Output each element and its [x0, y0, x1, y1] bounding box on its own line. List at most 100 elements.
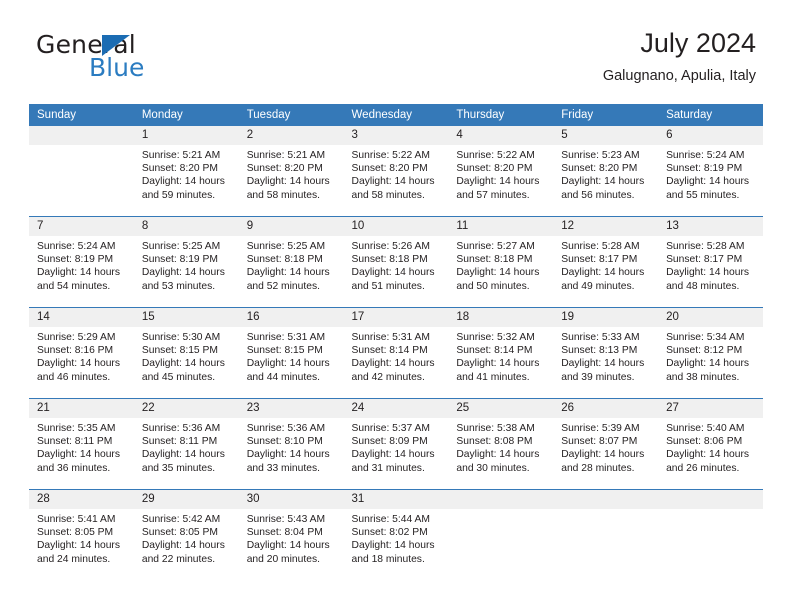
day-number: 20: [658, 308, 763, 327]
daylight-text-line1: Daylight: 14 hours: [141, 449, 225, 461]
sunset-text: Sunset: 8:19 PM: [666, 163, 743, 175]
daylight-text-line2: and 59 minutes.: [141, 189, 216, 201]
sunset-text: Sunset: 8:20 PM: [246, 163, 323, 175]
day-cell-content: 23 Sunrise: 5:36 AM Sunset: 8:10 PM Dayligh…: [238, 399, 344, 487]
daylight-text-line1: Daylight: 14 hours: [666, 358, 750, 370]
daylight-text-line2: and 42 minutes.: [351, 371, 425, 383]
day-cell-content: 14 Sunrise: 5:29 AM Sunset: 8:16 PM Dayligh…: [29, 308, 134, 396]
daylight-text-line1: Daylight: 14 hours: [561, 176, 645, 188]
daylight-text-line2: and 33 minutes.: [246, 462, 320, 474]
weekday-header-saturday: Saturday: [658, 104, 763, 126]
calendar-day-cell[interactable]: 22 Sunrise: 5:36 AM Sunset: 8:11 PM Dayligh…: [133, 398, 239, 490]
calendar-day-cell[interactable]: 17 Sunrise: 5:31 AM Sunset: 8:14 PM Dayligh…: [343, 307, 449, 399]
day-cell-content: 4 Sunrise: 5:22 AM Sunset: 8:20 PM Daylight…: [448, 126, 554, 214]
sunrise-text: Sunrise: 5:25 AM: [246, 241, 326, 252]
sunrise-text: Sunrise: 5:26 AM: [351, 241, 430, 252]
day-number: 28: [29, 490, 134, 509]
calendar-day-cell[interactable]: 23 Sunrise: 5:36 AM Sunset: 8:10 PM Dayligh…: [238, 398, 344, 490]
calendar-day-cell[interactable]: 30 Sunrise: 5:43 AM Sunset: 8:04 PM Dayligh…: [238, 489, 344, 580]
sunrise-text: Sunrise: 5:30 AM: [141, 332, 221, 343]
sunrise-text: Sunrise: 5:33 AM: [561, 332, 640, 343]
daylight-text-line2: and 35 minutes.: [141, 462, 216, 474]
sunset-text: Sunset: 8:20 PM: [351, 163, 428, 175]
daylight-text-line1: Daylight: 14 hours: [351, 267, 435, 279]
day-cell-content: 21 Sunrise: 5:35 AM Sunset: 8:11 PM Dayligh…: [29, 399, 134, 487]
sunrise-text: Sunrise: 5:21 AM: [246, 150, 326, 161]
daylight-text-line2: and 48 minutes.: [666, 280, 740, 292]
calendar-day-cell[interactable]: 19 Sunrise: 5:33 AM Sunset: 8:13 PM Dayligh…: [553, 307, 659, 399]
day-cell-content: 11 Sunrise: 5:27 AM Sunset: 8:18 PM Dayligh…: [448, 217, 554, 305]
calendar-day-cell[interactable]: 4 Sunrise: 5:22 AM Sunset: 8:20 PM Daylight…: [448, 126, 554, 217]
daylight-text-line1: Daylight: 14 hours: [37, 540, 120, 552]
day-details: Sunrise: 5:30 AM Sunset: 8:15 PM Daylight:…: [134, 327, 239, 384]
calendar-day-cell[interactable]: 28 Sunrise: 5:41 AM Sunset: 8:05 PM Dayligh…: [29, 489, 134, 580]
day-details: Sunrise: 5:33 AM Sunset: 8:13 PM Daylight:…: [553, 327, 658, 384]
daylight-text-line1: Daylight: 14 hours: [37, 267, 120, 279]
calendar-day-cell: [448, 489, 554, 580]
calendar-day-cell[interactable]: 10 Sunrise: 5:26 AM Sunset: 8:18 PM Dayligh…: [343, 216, 449, 308]
calendar-day-cell[interactable]: 18 Sunrise: 5:32 AM Sunset: 8:14 PM Dayligh…: [448, 307, 554, 399]
calendar-day-cell[interactable]: 31 Sunrise: 5:44 AM Sunset: 8:02 PM Dayligh…: [343, 489, 449, 580]
day-cell-content: 17 Sunrise: 5:31 AM Sunset: 8:14 PM Dayligh…: [343, 308, 449, 396]
calendar-day-cell[interactable]: 2 Sunrise: 5:21 AM Sunset: 8:20 PM Daylight…: [238, 126, 344, 217]
calendar-day-cell[interactable]: 3 Sunrise: 5:22 AM Sunset: 8:20 PM Daylight…: [343, 126, 449, 217]
calendar-day-cell[interactable]: 24 Sunrise: 5:37 AM Sunset: 8:09 PM Dayligh…: [343, 398, 449, 490]
sunrise-text: Sunrise: 5:32 AM: [456, 332, 535, 343]
calendar-day-cell[interactable]: 26 Sunrise: 5:39 AM Sunset: 8:07 PM Dayligh…: [553, 398, 659, 490]
daylight-text-line1: Daylight: 14 hours: [246, 358, 330, 370]
calendar-day-cell[interactable]: 25 Sunrise: 5:38 AM Sunset: 8:08 PM Dayligh…: [448, 398, 554, 490]
calendar-day-cell[interactable]: 11 Sunrise: 5:27 AM Sunset: 8:18 PM Dayligh…: [448, 216, 554, 308]
sunset-text: Sunset: 8:16 PM: [37, 345, 114, 357]
calendar-day-cell[interactable]: 6 Sunrise: 5:24 AM Sunset: 8:19 PM Daylight…: [658, 126, 763, 217]
daylight-text-line2: and 41 minutes.: [456, 371, 530, 383]
sunset-text: Sunset: 8:18 PM: [456, 254, 533, 266]
day-cell-content: 27 Sunrise: 5:40 AM Sunset: 8:06 PM Dayligh…: [658, 399, 763, 487]
daylight-text-line2: and 45 minutes.: [141, 371, 216, 383]
calendar-day-cell[interactable]: 5 Sunrise: 5:23 AM Sunset: 8:20 PM Daylight…: [553, 126, 659, 217]
daylight-text-line1: Daylight: 14 hours: [37, 358, 120, 370]
weekday-header-monday: Monday: [133, 104, 239, 126]
day-number: 24: [343, 399, 449, 418]
sunset-text: Sunset: 8:07 PM: [561, 436, 638, 448]
calendar-day-cell[interactable]: 20 Sunrise: 5:34 AM Sunset: 8:12 PM Dayligh…: [658, 307, 763, 399]
daylight-text-line2: and 28 minutes.: [561, 462, 635, 474]
day-number: 23: [238, 399, 344, 418]
day-details: Sunrise: 5:29 AM Sunset: 8:16 PM Daylight:…: [29, 327, 134, 384]
calendar-day-cell[interactable]: 7 Sunrise: 5:24 AM Sunset: 8:19 PM Daylight…: [29, 216, 134, 308]
day-number: 30: [238, 490, 344, 509]
day-number: 16: [238, 308, 344, 327]
day-cell-content: 31 Sunrise: 5:44 AM Sunset: 8:02 PM Dayligh…: [343, 490, 449, 578]
day-cell-content: 1 Sunrise: 5:21 AM Sunset: 8:20 PM Daylight…: [133, 126, 239, 214]
day-number: 18: [448, 308, 554, 327]
calendar-day-cell[interactable]: 9 Sunrise: 5:25 AM Sunset: 8:18 PM Daylight…: [238, 216, 344, 308]
day-details: Sunrise: 5:37 AM Sunset: 8:09 PM Daylight:…: [344, 418, 449, 475]
calendar-day-cell[interactable]: 27 Sunrise: 5:40 AM Sunset: 8:06 PM Dayligh…: [658, 398, 763, 490]
calendar-day-cell[interactable]: 29 Sunrise: 5:42 AM Sunset: 8:05 PM Dayligh…: [133, 489, 239, 580]
calendar-week-row: 7 Sunrise: 5:24 AM Sunset: 8:19 PM Daylight…: [29, 216, 763, 308]
calendar-week-row: 14 Sunrise: 5:29 AM Sunset: 8:16 PM Dayligh…: [29, 307, 763, 399]
day-details: Sunrise: 5:35 AM Sunset: 8:11 PM Daylight:…: [29, 418, 134, 475]
sunset-text: Sunset: 8:05 PM: [141, 527, 218, 539]
day-cell-content: [553, 490, 659, 578]
calendar-day-cell[interactable]: 8 Sunrise: 5:25 AM Sunset: 8:19 PM Daylight…: [133, 216, 239, 308]
sunrise-text: Sunrise: 5:34 AM: [666, 332, 745, 343]
sunrise-text: Sunrise: 5:28 AM: [561, 241, 640, 252]
day-number: 25: [448, 399, 554, 418]
day-cell-content: 30 Sunrise: 5:43 AM Sunset: 8:04 PM Dayligh…: [238, 490, 344, 578]
sunset-text: Sunset: 8:17 PM: [666, 254, 743, 266]
sunset-text: Sunset: 8:15 PM: [246, 345, 323, 357]
day-cell-content: 10 Sunrise: 5:26 AM Sunset: 8:18 PM Dayligh…: [343, 217, 449, 305]
calendar-day-cell[interactable]: 21 Sunrise: 5:35 AM Sunset: 8:11 PM Dayligh…: [29, 398, 134, 490]
calendar-day-cell[interactable]: 12 Sunrise: 5:28 AM Sunset: 8:17 PM Dayligh…: [553, 216, 659, 308]
calendar-day-cell[interactable]: 14 Sunrise: 5:29 AM Sunset: 8:16 PM Dayligh…: [29, 307, 134, 399]
day-cell-content: 16 Sunrise: 5:31 AM Sunset: 8:15 PM Dayligh…: [238, 308, 344, 396]
calendar-day-cell[interactable]: 1 Sunrise: 5:21 AM Sunset: 8:20 PM Daylight…: [133, 126, 239, 217]
daylight-text-line1: Daylight: 14 hours: [666, 176, 750, 188]
day-details: Sunrise: 5:34 AM Sunset: 8:12 PM Daylight:…: [658, 327, 763, 384]
calendar-day-cell[interactable]: 13 Sunrise: 5:28 AM Sunset: 8:17 PM Dayligh…: [658, 216, 763, 308]
calendar-header-row: Sunday Monday Tuesday Wednesday Thursday…: [29, 104, 763, 126]
general-blue-logo[interactable]: General Blue: [36, 32, 276, 92]
sunrise-text: Sunrise: 5:28 AM: [666, 241, 745, 252]
calendar-day-cell[interactable]: 16 Sunrise: 5:31 AM Sunset: 8:15 PM Dayligh…: [238, 307, 344, 399]
calendar-day-cell[interactable]: 15 Sunrise: 5:30 AM Sunset: 8:15 PM Dayligh…: [133, 307, 239, 399]
